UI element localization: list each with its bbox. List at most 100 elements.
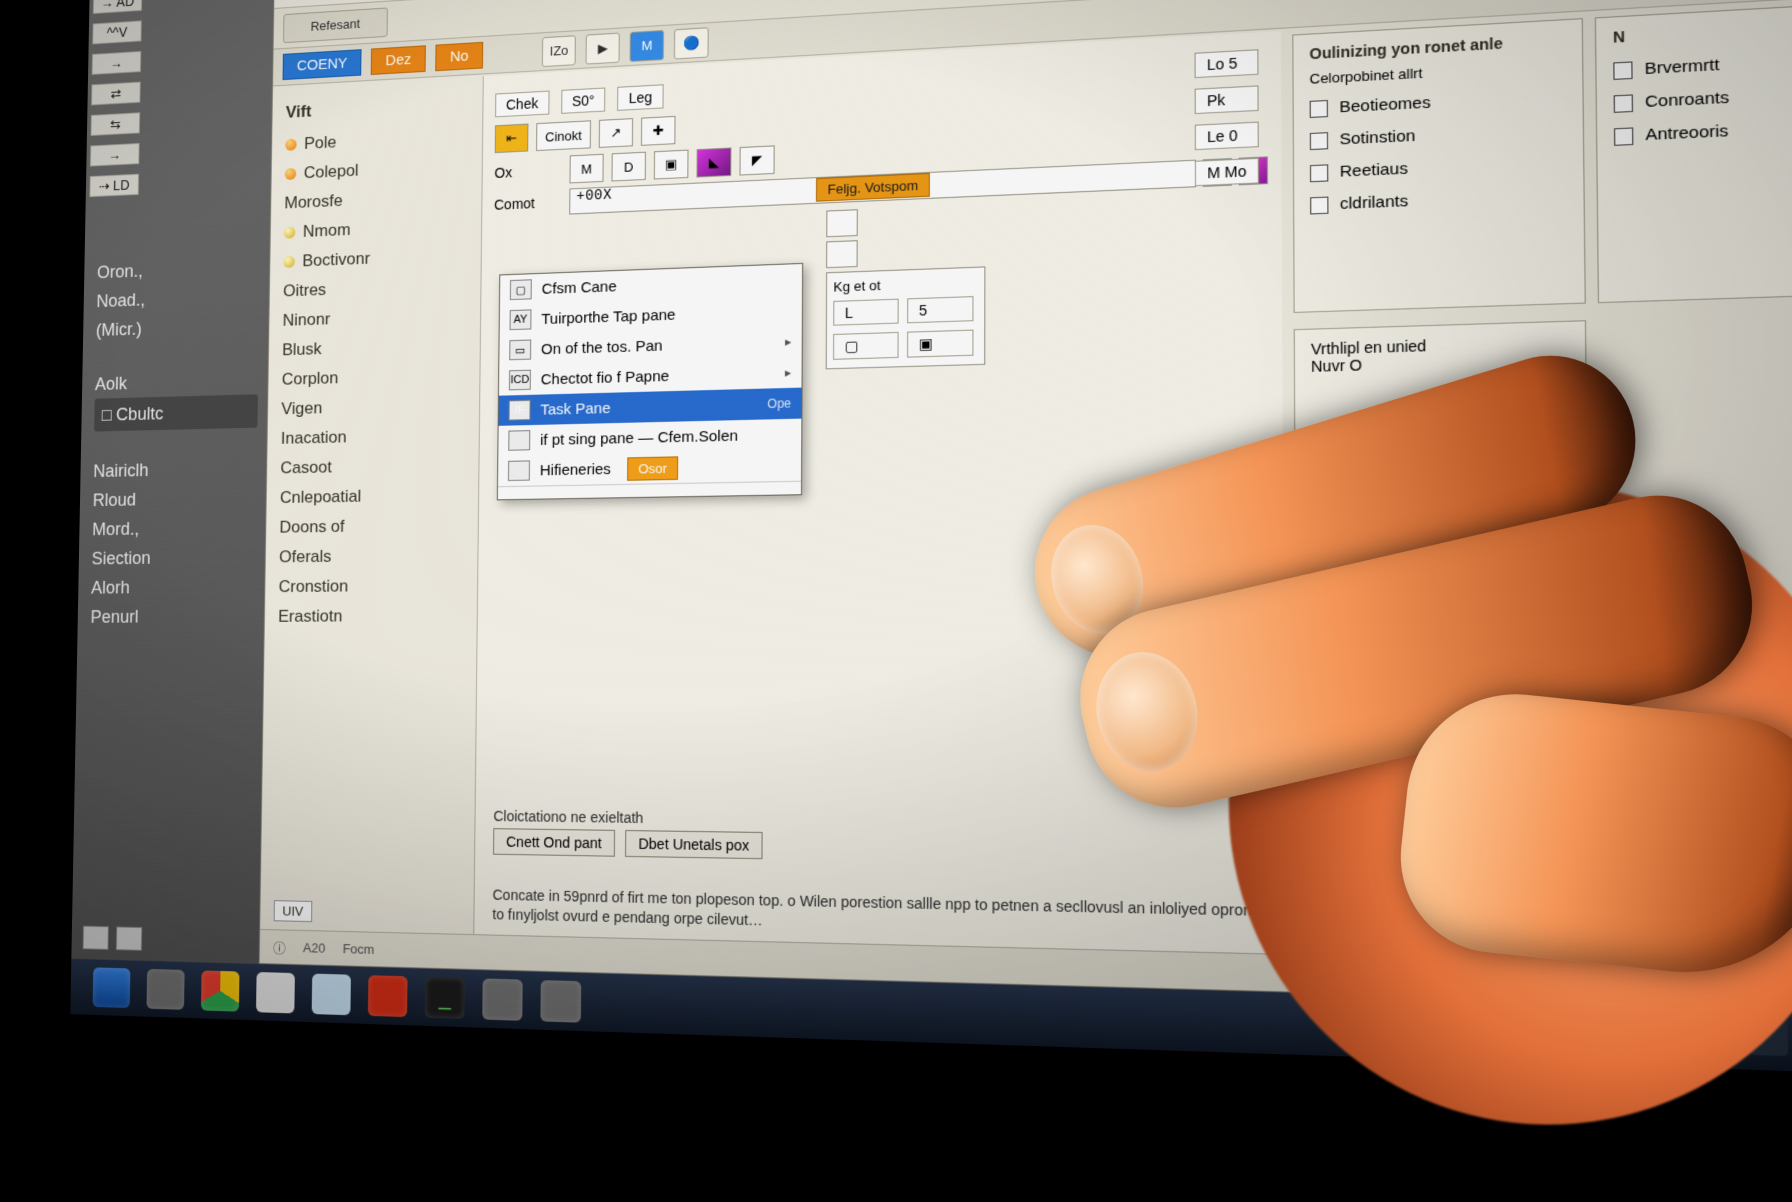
ribbon-label[interactable]: Refesant — [283, 7, 388, 43]
option-label: Antreooris — [1645, 115, 1729, 152]
os-arrow-btn[interactable]: → AD — [93, 0, 142, 14]
grid-cell[interactable]: L — [833, 299, 899, 326]
panel-title: N — [1613, 13, 1792, 46]
tray-icon[interactable] — [1700, 1019, 1738, 1055]
bullet-icon — [284, 226, 296, 238]
os-arrow-btn[interactable]: ^^V — [92, 20, 142, 44]
bullet-icon — [283, 256, 295, 268]
nav-footer-btn[interactable]: UIV — [274, 900, 312, 922]
tool-btn[interactable]: ✚ — [641, 116, 676, 146]
tab-active[interactable]: COENY — [283, 49, 362, 80]
os-item[interactable]: Mord., — [92, 512, 256, 544]
os-item-selected[interactable]: □ Cbultc — [94, 394, 258, 431]
nav-item[interactable]: Cronstion — [278, 570, 463, 602]
os-item[interactable]: (Micr.) — [96, 310, 260, 345]
dialog-btn[interactable]: Dbet Unetals pox — [625, 830, 763, 859]
nav-item[interactable]: Oferals — [279, 540, 464, 572]
nav-item[interactable]: Casoot — [280, 450, 465, 484]
subbar-chip[interactable]: S0° — [561, 87, 606, 113]
tool-btn[interactable]: ⇤ — [495, 124, 529, 154]
dropdown-item-label: Hifieneries — [540, 460, 611, 479]
nav-item[interactable]: Doons of — [279, 510, 464, 543]
dropdown-item-btn[interactable]: Osor — [627, 456, 678, 481]
dropdown-item-label: Cfsm Cane — [542, 278, 617, 298]
taskbar-icon[interactable] — [146, 969, 184, 1010]
taskbar-icon[interactable] — [368, 975, 408, 1017]
os-item[interactable]: Siection — [91, 542, 255, 573]
nav-item-label: Morosfe — [284, 186, 343, 218]
tray-icon[interactable] — [1750, 1020, 1788, 1056]
mini-btn[interactable]: D — [611, 152, 645, 182]
grid-cell[interactable]: 5 — [907, 296, 973, 323]
checkbox-icon — [1614, 94, 1633, 113]
tab[interactable]: No — [435, 42, 483, 71]
tab[interactable]: Dez — [371, 45, 426, 75]
tiny-btn[interactable] — [826, 209, 858, 237]
dropdown-item-icon: AY — [510, 309, 532, 330]
taskbar-icon-drive[interactable] — [201, 970, 240, 1011]
app-window: Dfla. Po Qnlk Mii Rdr Vonr Onertyc Etltg… — [259, 0, 1792, 1010]
mini-btn[interactable]: ◤ — [739, 145, 774, 175]
toolbar2-btn[interactable]: IZo — [542, 35, 576, 67]
os-arrow-btn[interactable]: → — [90, 143, 140, 167]
nav-item[interactable]: Vigen — [281, 390, 465, 425]
checkbox-icon — [1614, 127, 1633, 146]
tool-btn[interactable]: ↗ — [599, 118, 633, 148]
os-item[interactable]: Rloud — [93, 483, 257, 515]
field-label: Comot — [494, 194, 563, 213]
checkbox-icon — [1310, 164, 1328, 182]
toolbar2-btn[interactable]: M — [630, 29, 665, 61]
nav-item-label: Boctivonr — [302, 244, 370, 276]
subbar-chip[interactable]: Leg — [618, 84, 664, 111]
os-mini-btn[interactable] — [116, 926, 142, 950]
os-item[interactable]: Penurl — [90, 601, 254, 631]
os-mini-btn[interactable] — [83, 926, 109, 950]
body-paragraph: Concate in 59pnrd of firt me ton plopeso… — [492, 886, 1273, 943]
right-panel-b: N Brvermrtt Conroants Antreooris — [1595, 0, 1792, 303]
tiny-btn[interactable] — [826, 240, 858, 268]
bullet-icon — [285, 168, 297, 180]
mini-grid-title: Kg et ot — [833, 274, 978, 295]
foot-ctrl[interactable]: |◀ — [1774, 977, 1791, 996]
os-item[interactable]: Nairiclh — [93, 453, 257, 486]
mini-btn[interactable]: M — [569, 154, 603, 184]
taskbar-icon-mail[interactable] — [312, 974, 351, 1016]
os-mini-btns — [83, 926, 143, 951]
mini-btn[interactable]: ▣ — [654, 150, 689, 180]
grid-cell[interactable]: ▢ — [833, 332, 899, 360]
os-arrow-btn[interactable]: ⇆ — [91, 112, 141, 136]
panel-title: Oulinizing yon ronet anle — [1309, 31, 1565, 62]
os-arrow-btn[interactable]: ⇢ LD — [89, 174, 139, 197]
os-arrow-btn[interactable]: → — [92, 51, 142, 75]
right-label: M Mo — [1195, 158, 1259, 186]
subbar-chip[interactable]: Chek — [495, 91, 549, 118]
orange-badge[interactable]: Feljg. Votspom — [816, 173, 930, 202]
os-item[interactable]: Alorh — [91, 571, 255, 602]
toolbar2-btn[interactable]: ▶ — [586, 32, 620, 64]
taskbar-icon[interactable] — [482, 978, 522, 1020]
mini-grid: Kg et ot L 5 ▢ ▣ — [826, 266, 986, 369]
workspace: Chek S0° Leg ⇤ Cinokt ↗ ✚ Ox M D ▣ ◣ ◤ — [474, 31, 1285, 954]
taskbar-icon-clock[interactable] — [256, 972, 295, 1013]
taskbar-icon[interactable] — [540, 980, 581, 1023]
nav-item-label: Casoot — [280, 453, 332, 484]
dropdown-item-more-icon: ▸ — [785, 365, 791, 380]
bullet-icon — [285, 139, 296, 151]
right-label: Le 0 — [1195, 122, 1259, 151]
dropdown-menu: ▢Cfsm CaneAYTuirporthe Tap pane▭On of th… — [497, 263, 803, 500]
nav-item[interactable]: Inacation — [281, 420, 466, 454]
tool-btn[interactable]: Cinokt — [536, 120, 591, 151]
nav-item-label: Cronstion — [278, 572, 348, 602]
os-item[interactable]: Aolk — [95, 365, 259, 399]
toolbar2-btn[interactable]: 🔵 — [674, 27, 709, 59]
status-item: A20 — [303, 940, 326, 956]
grid-cell[interactable]: ▣ — [907, 330, 973, 358]
start-button[interactable] — [93, 967, 131, 1008]
taskbar-icon-terminal[interactable]: _ — [425, 977, 465, 1019]
mini-btn[interactable]: ◣ — [696, 147, 731, 177]
dropdown-item-icon: ▢ — [510, 279, 532, 300]
dialog-btn[interactable]: Cnett Ond pant — [493, 828, 615, 857]
nav-item[interactable]: Cnlepoatial — [280, 480, 465, 513]
os-arrow-btn[interactable]: ⇄ — [91, 82, 141, 106]
nav-item[interactable]: Erastiotn — [278, 601, 463, 632]
